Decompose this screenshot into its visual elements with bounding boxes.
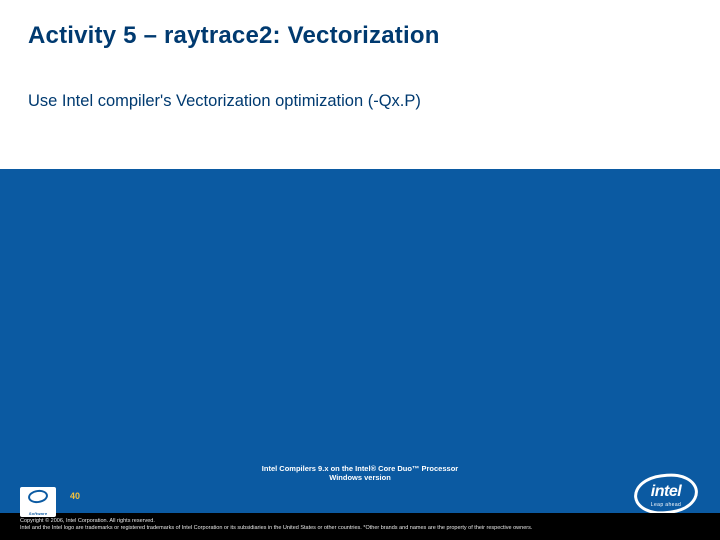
slide: Activity 5 – raytrace2: Vectorization Us… xyxy=(0,0,720,540)
header-band: Activity 5 – raytrace2: Vectorization Us… xyxy=(0,0,720,169)
page-number: 40 xyxy=(70,491,80,501)
copyright-line: Copyright © 2006, Intel Corporation. All… xyxy=(20,518,700,526)
body-text: Use Intel compiler's Vectorization optim… xyxy=(28,92,692,111)
product-line: Intel Compilers 9.x on the Intel® Core D… xyxy=(0,460,720,489)
software-badge-icon: Software xyxy=(20,487,56,517)
slide-title: Activity 5 – raytrace2: Vectorization xyxy=(28,22,692,50)
product-line-1: Intel Compilers 9.x on the Intel® Core D… xyxy=(262,464,458,473)
legal-line: Intel and the Intel logo are trademarks … xyxy=(20,525,700,533)
badge-text: Software xyxy=(20,511,56,516)
badge-swirl-icon xyxy=(27,488,49,504)
footer: Intel Compilers 9.x on the Intel® Core D… xyxy=(0,460,720,540)
product-line-2: Windows version xyxy=(329,473,391,482)
legal-strip: Copyright © 2006, Intel Corporation. All… xyxy=(0,513,720,540)
page-strip: Software 40 xyxy=(0,489,720,513)
